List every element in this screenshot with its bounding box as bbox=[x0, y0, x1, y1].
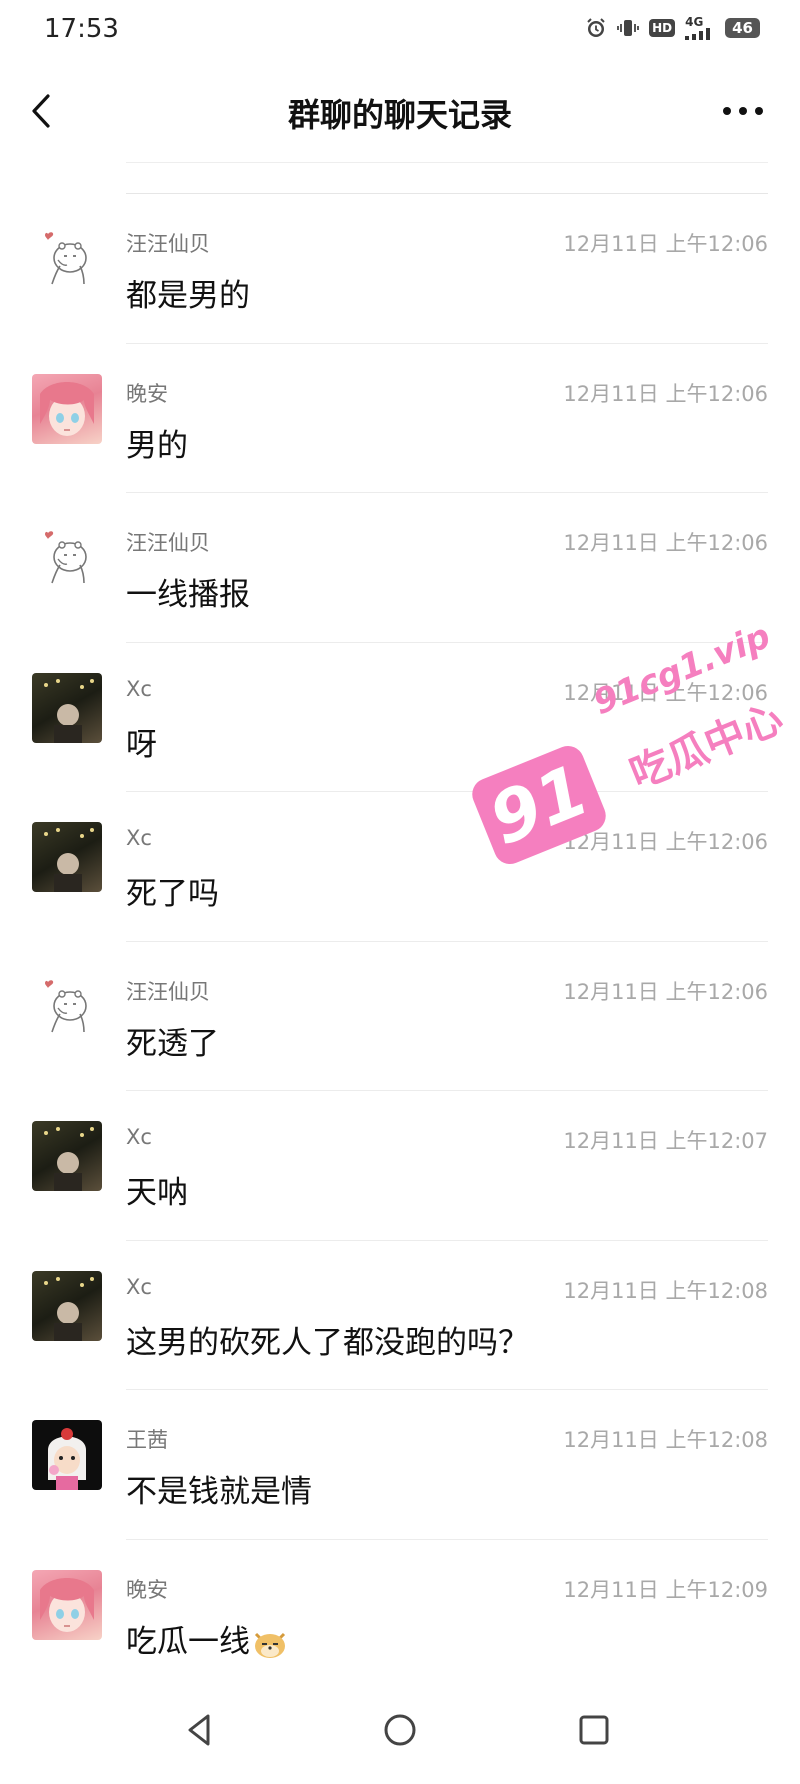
hd-icon: HD bbox=[649, 19, 676, 37]
network-label: 4G bbox=[685, 15, 704, 29]
alarm-icon bbox=[587, 18, 605, 37]
message-time: 12月11日 上午12:08 bbox=[563, 1428, 768, 1452]
message-item[interactable]: Xc 12月11日 上午12:08 这男的砍死人了都没跑的吗？ bbox=[0, 1241, 800, 1390]
xc-avatar[interactable] bbox=[32, 672, 102, 743]
sender-name: 汪汪仙贝 bbox=[126, 531, 210, 555]
xc-avatar[interactable] bbox=[32, 1270, 102, 1341]
message-content: 死透了 bbox=[126, 1025, 219, 1062]
message-content: 男的 bbox=[126, 427, 188, 464]
message-time: 12月11日 上午12:07 bbox=[563, 1129, 768, 1153]
message-time: 12月11日 上午12:06 bbox=[563, 979, 768, 1004]
nav-back-icon bbox=[188, 1714, 210, 1746]
vibrate-icon bbox=[617, 20, 640, 36]
message-content: 一线播报 bbox=[126, 577, 250, 613]
anime-avatar[interactable] bbox=[32, 1569, 102, 1640]
message-content: 都是男的 bbox=[126, 278, 250, 314]
sender-name: 王茜 bbox=[126, 1428, 168, 1452]
xc-avatar[interactable] bbox=[32, 1121, 102, 1191]
message-text: 吃瓜一线 bbox=[126, 1623, 250, 1660]
bear-avatar[interactable] bbox=[32, 523, 102, 593]
message-item[interactable]: Xc 12月11日 上午12:06 呀 bbox=[0, 643, 800, 792]
bear-avatar[interactable] bbox=[32, 971, 102, 1042]
sender-name: Xc bbox=[126, 676, 152, 701]
nav-recents-icon bbox=[579, 1715, 609, 1745]
message-content: 不是钱就是情 bbox=[126, 1474, 312, 1510]
status-time: 17:53 bbox=[44, 14, 119, 44]
message-time: 12月11日 上午12:06 bbox=[563, 531, 768, 555]
message-item[interactable]: Xc 12月11日 上午12:06 死了吗 bbox=[0, 792, 800, 942]
sender-name: 汪汪仙贝 bbox=[126, 232, 210, 256]
divider bbox=[126, 162, 768, 163]
message-time: 12月11日 上午12:06 bbox=[563, 381, 768, 406]
bear-avatar[interactable] bbox=[32, 224, 102, 294]
more-dots-icon bbox=[723, 107, 763, 115]
more-button[interactable] bbox=[718, 96, 768, 126]
battery-icon: 46 bbox=[725, 18, 760, 38]
xc-avatar[interactable] bbox=[32, 822, 102, 892]
sender-name: Xc bbox=[126, 1274, 152, 1299]
status-icons: HD 4G 46 bbox=[585, 16, 760, 40]
message-list[interactable]: 汪汪仙贝 12月11日 上午12:06 都是男的 晚安 12月11日 上午12:… bbox=[0, 194, 800, 1689]
sender-name: Xc bbox=[126, 1125, 152, 1149]
message-time: 12月11日 上午12:06 bbox=[563, 232, 768, 256]
message-content: 吃瓜一线 bbox=[126, 1616, 288, 1661]
title-bar: 群聊的聊天记录 bbox=[0, 62, 800, 160]
sender-name: 晚安 bbox=[126, 381, 168, 406]
sender-name: 晚安 bbox=[126, 1577, 168, 1602]
message-item[interactable]: 王茜 12月11日 上午12:08 不是钱就是情 bbox=[0, 1390, 800, 1540]
message-time: 12月11日 上午12:09 bbox=[563, 1577, 768, 1602]
doge-emoji-icon bbox=[254, 1632, 286, 1658]
page-title: 群聊的聊天记录 bbox=[287, 96, 512, 134]
message-content: 呀 bbox=[126, 726, 157, 763]
message-item[interactable]: Xc 12月11日 上午12:07 天呐 bbox=[0, 1091, 800, 1241]
nav-home-icon bbox=[384, 1714, 416, 1746]
message-time: 12月11日 上午12:06 bbox=[563, 830, 768, 854]
message-content: 天呐 bbox=[126, 1175, 188, 1211]
message-content: 死了吗 bbox=[126, 876, 219, 912]
system-nav-bar bbox=[0, 1680, 800, 1784]
message-item[interactable]: 汪汪仙贝 12月11日 上午12:06 一线播报 bbox=[0, 493, 800, 643]
nav-home-button[interactable] bbox=[378, 1708, 422, 1752]
nav-recents-button[interactable] bbox=[572, 1708, 616, 1752]
message-item[interactable]: 晚安 12月11日 上午12:09 吃瓜一线 bbox=[0, 1540, 800, 1690]
message-item[interactable]: 汪汪仙贝 12月11日 上午12:06 都是男的 bbox=[0, 194, 800, 344]
signal-icon: 4G bbox=[685, 16, 715, 40]
wang-avatar[interactable] bbox=[32, 1420, 102, 1490]
message-content: 这男的砍死人了都没跑的吗？ bbox=[126, 1324, 529, 1361]
message-time: 12月11日 上午12:06 bbox=[563, 680, 768, 705]
sender-name: Xc bbox=[126, 826, 152, 850]
status-bar: 17:53 HD 4G 46 bbox=[0, 0, 800, 62]
message-item[interactable]: 汪汪仙贝 12月11日 上午12:06 死透了 bbox=[0, 942, 800, 1091]
nav-back-button[interactable] bbox=[178, 1708, 222, 1752]
anime-avatar[interactable] bbox=[32, 373, 102, 444]
message-item[interactable]: 晚安 12月11日 上午12:06 男的 bbox=[0, 344, 800, 493]
sender-name: 汪汪仙贝 bbox=[126, 979, 210, 1004]
message-time: 12月11日 上午12:08 bbox=[563, 1278, 768, 1303]
